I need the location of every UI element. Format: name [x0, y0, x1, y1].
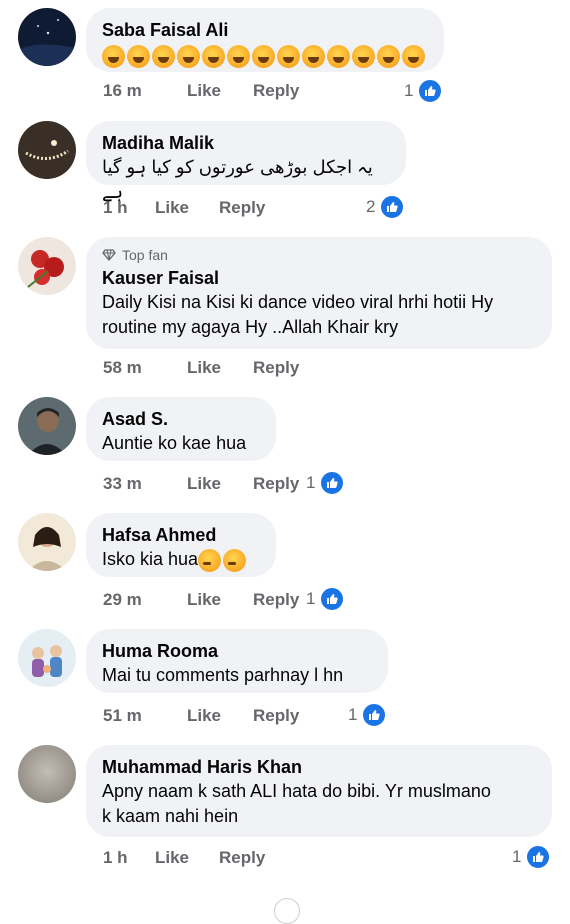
- avatar[interactable]: [18, 745, 76, 803]
- thumbs-up-icon: [379, 194, 406, 220]
- comment-actions: 16 m Like Reply: [103, 81, 299, 101]
- laughing-emoji-icon: [152, 44, 175, 68]
- reply-button[interactable]: Reply: [253, 706, 299, 726]
- diamond-icon: [102, 249, 116, 261]
- reaction-number: 2: [366, 197, 376, 216]
- reply-button[interactable]: Reply: [219, 198, 265, 218]
- laughing-emoji-icon: [202, 44, 225, 68]
- comment-bubble[interactable]: Muhammad Haris Khan Apny naam k sath ALI…: [86, 745, 552, 837]
- comment-bubble[interactable]: Huma Rooma Mai tu comments parhnay l hn: [86, 629, 388, 693]
- laughing-emoji-icon: [352, 44, 375, 68]
- reaction-count[interactable]: 1: [306, 586, 346, 612]
- laughing-emoji-icon: [277, 44, 300, 68]
- reaction-count[interactable]: 1: [306, 470, 346, 496]
- commenter-name[interactable]: Hafsa Ahmed: [102, 523, 260, 547]
- loading-indicator: [274, 898, 300, 924]
- reaction-number: 1: [306, 473, 316, 492]
- reaction-number: 1: [404, 81, 414, 100]
- commenter-name[interactable]: Kauser Faisal: [102, 266, 536, 290]
- reaction-count[interactable]: 1: [512, 844, 552, 870]
- reaction-count[interactable]: 1: [348, 702, 388, 728]
- reply-button[interactable]: Reply: [253, 474, 299, 494]
- commenter-name[interactable]: Madiha Malik: [102, 131, 390, 155]
- comment-text-content: Isko kia hua: [102, 549, 199, 569]
- comment-actions: 1 h Like Reply: [103, 848, 265, 868]
- laughing-emoji-icon: [102, 44, 125, 68]
- like-button[interactable]: Like: [187, 474, 233, 494]
- reaction-number: 1: [306, 589, 316, 608]
- avatar[interactable]: [18, 237, 76, 295]
- timestamp[interactable]: 16 m: [103, 81, 187, 101]
- comment-actions: 29 m Like Reply: [103, 590, 299, 610]
- comment-actions: 58 m Like Reply: [103, 358, 299, 378]
- thinking-emoji-icon: [198, 548, 222, 572]
- comment-text-line: routine my agaya Hy ..Allah Khair kry: [102, 317, 399, 337]
- comment-actions: 1 h Like Reply: [103, 198, 265, 218]
- timestamp[interactable]: 1 h: [103, 848, 155, 868]
- comment-actions: 51 m Like Reply: [103, 706, 299, 726]
- comment-text: Auntie ko kae hua: [102, 433, 247, 453]
- comment-bubble[interactable]: Hafsa Ahmed Isko kia hua: [86, 513, 276, 577]
- timestamp[interactable]: 1 h: [103, 198, 155, 218]
- like-button[interactable]: Like: [155, 848, 199, 868]
- reply-button[interactable]: Reply: [253, 590, 299, 610]
- comment-bubble[interactable]: Saba Faisal Ali: [86, 8, 444, 72]
- comment-text-line: Apny naam k sath ALI hata do bibi. Yr mu…: [102, 781, 491, 801]
- timestamp[interactable]: 29 m: [103, 590, 187, 610]
- thumbs-up-icon: [525, 844, 552, 870]
- like-button[interactable]: Like: [187, 358, 233, 378]
- reply-button[interactable]: Reply: [253, 358, 299, 378]
- laughing-emoji-row: [102, 42, 428, 68]
- avatar[interactable]: [18, 121, 76, 179]
- laughing-emoji-icon: [302, 44, 325, 68]
- avatar[interactable]: [18, 513, 76, 571]
- timestamp[interactable]: 58 m: [103, 358, 187, 378]
- timestamp[interactable]: 33 m: [103, 474, 187, 494]
- thumbs-up-icon: [417, 78, 444, 104]
- laughing-emoji-icon: [377, 44, 400, 68]
- comment-bubble[interactable]: Asad S. Auntie ko kae hua: [86, 397, 276, 461]
- comment-text-line: Daily Kisi na Kisi ki dance video viral …: [102, 292, 494, 312]
- timestamp[interactable]: 51 m: [103, 706, 187, 726]
- reaction-number: 1: [348, 705, 358, 724]
- commenter-name[interactable]: Asad S.: [102, 407, 260, 431]
- reaction-number: 1: [512, 847, 522, 866]
- reply-button[interactable]: Reply: [219, 848, 265, 868]
- top-fan-badge: Top fan: [102, 247, 536, 263]
- laughing-emoji-icon: [227, 44, 250, 68]
- comment-text: Mai tu comments parhnay l hn: [102, 665, 344, 685]
- comment-bubble[interactable]: Top fan Kauser Faisal Daily Kisi na Kisi…: [86, 237, 552, 349]
- thinking-emoji-icon: [223, 548, 247, 572]
- avatar[interactable]: [18, 397, 76, 455]
- comment-bubble[interactable]: Madiha Malik یہ اجکل بوڑھی عورتوں کو کیا…: [86, 121, 406, 202]
- like-button[interactable]: Like: [155, 198, 199, 218]
- like-button[interactable]: Like: [187, 706, 233, 726]
- laughing-emoji-icon: [127, 44, 150, 68]
- thumbs-up-icon: [319, 470, 346, 496]
- laughing-emoji-icon: [402, 44, 425, 68]
- thumbs-up-icon: [319, 586, 346, 612]
- reply-button[interactable]: Reply: [253, 81, 299, 101]
- commenter-name[interactable]: Muhammad Haris Khan: [102, 755, 536, 779]
- comment-actions: 33 m Like Reply: [103, 474, 299, 494]
- like-button[interactable]: Like: [187, 81, 233, 101]
- comment-text-line: k kaam nahi hein: [102, 806, 239, 826]
- avatar[interactable]: [18, 8, 76, 66]
- commenter-name[interactable]: Saba Faisal Ali: [102, 18, 428, 42]
- like-button[interactable]: Like: [187, 590, 233, 610]
- commenter-name[interactable]: Huma Rooma: [102, 639, 372, 663]
- avatar[interactable]: [18, 629, 76, 687]
- top-fan-label: Top fan: [122, 247, 168, 263]
- reaction-count[interactable]: 1: [404, 78, 444, 104]
- reaction-count[interactable]: 2: [366, 194, 406, 220]
- thumbs-up-icon: [361, 702, 388, 728]
- laughing-emoji-icon: [327, 44, 350, 68]
- laughing-emoji-icon: [177, 44, 200, 68]
- laughing-emoji-icon: [252, 44, 275, 68]
- comment-text: Isko kia hua: [102, 547, 260, 572]
